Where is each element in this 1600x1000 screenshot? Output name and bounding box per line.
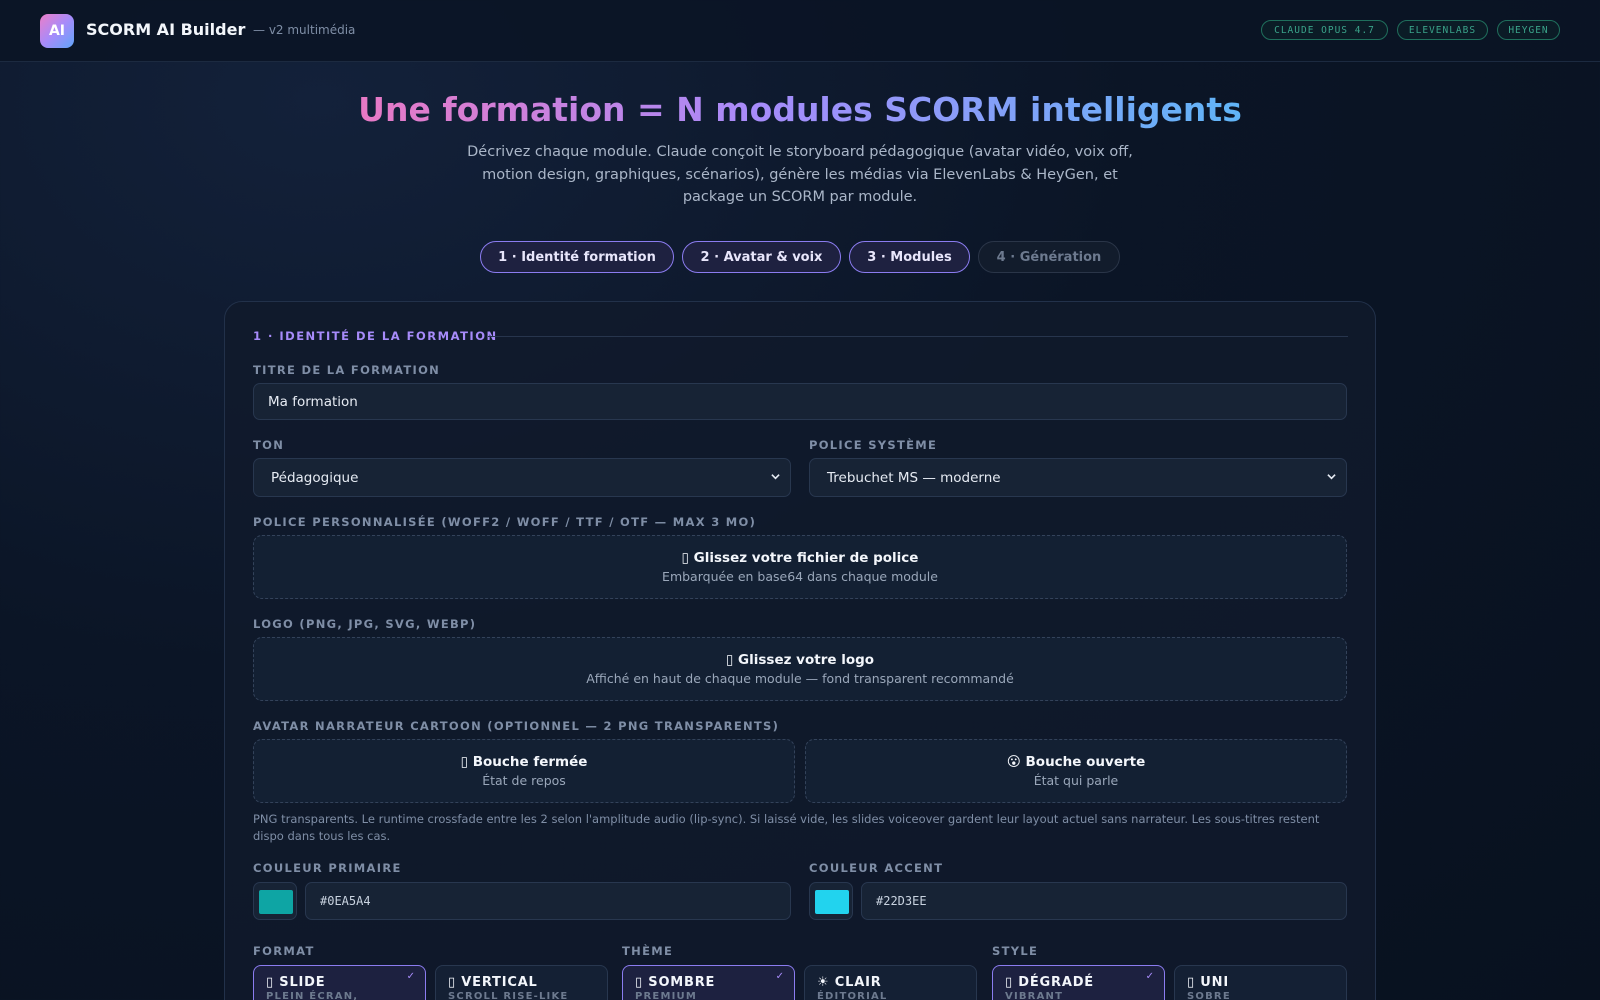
format-vertical-sub: SCROLL RISE-LIKE — [448, 991, 569, 1000]
format-slide-title: ▯ SLIDE — [266, 975, 326, 990]
top-bar: AI SCORM AI Builder — v2 multimédia CLAU… — [0, 0, 1600, 62]
format-option-vertical[interactable]: ▯ VERTICAL SCROLL RISE-LIKE — [435, 965, 608, 1000]
page-subtitle: Décrivez chaque module. Claude conçoit l… — [467, 144, 1133, 205]
title-label: TITRE DE LA FORMATION — [253, 363, 441, 377]
avatar-hint: PNG transparents. Le runtime crossfade e… — [253, 812, 1320, 843]
system-font-select[interactable]: Trebuchet MS — moderne — [809, 458, 1347, 497]
badge-claude: CLAUDE OPUS 4.7 — [1261, 20, 1388, 40]
tone-select-value: Pédagogique — [271, 469, 359, 486]
formation-title-input[interactable]: Ma formation — [253, 383, 1347, 420]
step-identity[interactable]: 1 · Identité formation — [480, 241, 674, 273]
check-icon: ✓ — [775, 971, 784, 982]
logo-dropzone[interactable]: ▯ Glissez votre logo Affiché en haut de … — [253, 637, 1347, 701]
theme-light-title: ☀ CLAIR — [817, 975, 882, 990]
mouth-closed-title: ▯ Bouche fermée — [460, 754, 588, 770]
style-gradient-sub: VIBRANT — [1005, 991, 1064, 1000]
theme-label: THÈME — [622, 944, 674, 958]
theme-light-sub: ÉDITORIAL — [817, 991, 888, 1000]
format-slide-sub: PLEIN ÉCRAN, — [266, 991, 359, 1000]
app-name: SCORM AI Builder — [86, 20, 246, 39]
format-vertical-title: ▯ VERTICAL — [448, 975, 538, 990]
app-logo: AI — [40, 14, 74, 48]
style-option-gradient[interactable]: ▯ DÉGRADÉ VIBRANT ✓ — [992, 965, 1165, 1000]
primary-color-label: COULEUR PRIMAIRE — [253, 861, 402, 875]
format-label: FORMAT — [253, 944, 315, 958]
chevron-down-icon — [1327, 474, 1336, 480]
step-avatar-voice[interactable]: 2 · Avatar & voix — [682, 241, 841, 273]
theme-dark-title: ▯ SOMBRE — [635, 975, 716, 990]
app-version: — v2 multimédia — [253, 23, 356, 37]
badge-elevenlabs: ELEVENLABS — [1397, 20, 1488, 40]
mouth-open-title: 😮 Bouche ouverte — [1006, 754, 1146, 770]
theme-option-light[interactable]: ☀ CLAIR ÉDITORIAL — [804, 965, 977, 1000]
style-gradient-title: ▯ DÉGRADÉ — [1005, 975, 1094, 990]
accent-color-input[interactable]: #22D3EE — [861, 882, 1347, 920]
avatar-label: AVATAR NARRATEUR CARTOON (OPTIONNEL — 2 … — [253, 719, 780, 733]
primary-color-swatch — [259, 890, 293, 914]
mouth-open-hint: État qui parle — [1033, 773, 1119, 788]
style-label: STYLE — [992, 944, 1039, 958]
style-plain-title: ▯ UNI — [1187, 975, 1229, 990]
font-dropzone[interactable]: ▯ Glissez votre fichier de police Embarq… — [253, 535, 1347, 599]
style-option-plain[interactable]: ▯ UNI SOBRE — [1174, 965, 1347, 1000]
font-label: POLICE SYSTÈME — [809, 438, 938, 452]
logo-dropzone-title: ▯ Glissez votre logo — [725, 652, 875, 668]
logo-label: LOGO (PNG, JPG, SVG, WEBP) — [253, 617, 477, 631]
mouth-closed-dropzone[interactable]: ▯ Bouche fermée État de repos — [253, 739, 795, 803]
tone-label: TON — [253, 438, 285, 452]
custom-font-label: POLICE PERSONNALISÉE (WOFF2 / WOFF / TTF… — [253, 515, 757, 529]
mouth-closed-hint: État de repos — [482, 773, 566, 788]
primary-color-input[interactable]: #0EA5A4 — [305, 882, 791, 920]
system-font-value: Trebuchet MS — moderne — [827, 469, 1001, 486]
tone-select[interactable]: Pédagogique — [253, 458, 791, 497]
page-title-text: Une formation = N modules SCORM intellig… — [358, 90, 1242, 129]
primary-color-picker[interactable] — [253, 882, 297, 920]
accent-color-label: COULEUR ACCENT — [809, 861, 944, 875]
step-modules[interactable]: 3 · Modules — [849, 241, 970, 273]
style-plain-sub: SOBRE — [1187, 991, 1231, 1000]
check-icon: ✓ — [406, 971, 415, 982]
mouth-open-dropzone[interactable]: 😮 Bouche ouverte État qui parle — [805, 739, 1347, 803]
accent-color-picker[interactable] — [809, 882, 853, 920]
theme-option-dark[interactable]: ▯ SOMBRE PREMIUM ✓ — [622, 965, 795, 1000]
check-icon: ✓ — [1145, 971, 1154, 982]
step-generation[interactable]: 4 · Génération — [978, 241, 1120, 273]
accent-color-swatch — [815, 890, 849, 914]
theme-dark-sub: PREMIUM — [635, 991, 698, 1000]
page-title: Une formation = N modules SCORM intellig… — [0, 90, 1600, 129]
font-dropzone-hint: Embarquée en base64 dans chaque module — [662, 569, 938, 584]
font-dropzone-title: ▯ Glissez votre fichier de police — [681, 550, 919, 566]
logo-dropzone-hint: Affiché en haut de chaque module — fond … — [586, 671, 1014, 686]
chevron-down-icon — [771, 474, 780, 480]
section-title: 1 · IDENTITÉ DE LA FORMATION — [253, 329, 498, 343]
badge-heygen: HEYGEN — [1497, 20, 1560, 40]
section-divider — [488, 336, 1348, 337]
format-option-slide[interactable]: ▯ SLIDE PLEIN ÉCRAN, ✓ — [253, 965, 426, 1000]
